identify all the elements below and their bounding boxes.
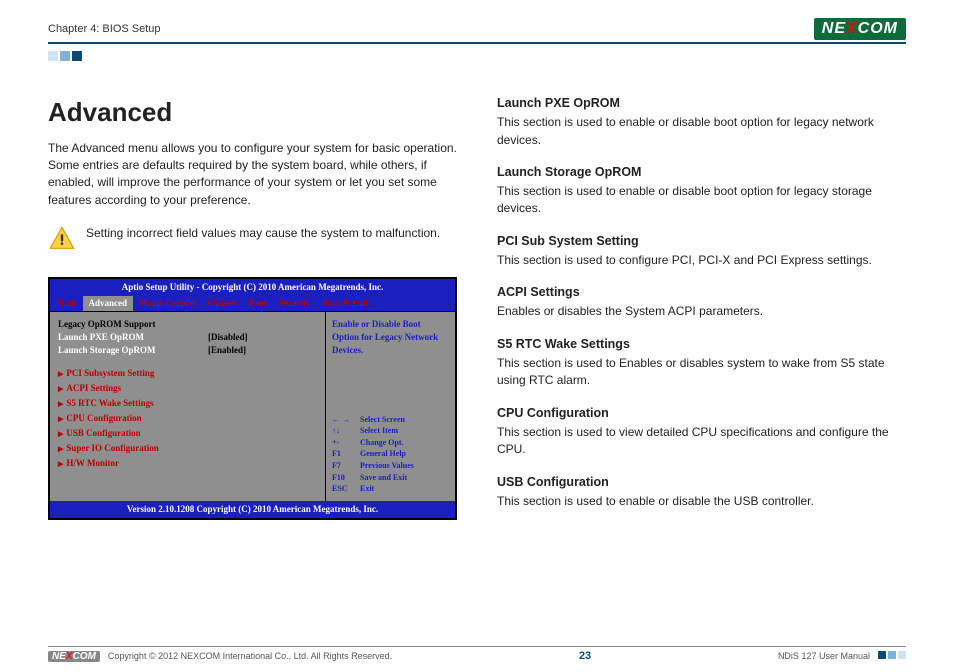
footer-blocks <box>876 651 906 661</box>
section-text: This section is used to enable or disabl… <box>497 114 906 149</box>
bios-help-desc: Enable or Disable Boot Option for Legacy… <box>332 318 449 357</box>
section-heading: S5 RTC Wake Settings <box>497 335 906 353</box>
warning-text: Setting incorrect field values may cause… <box>86 225 440 242</box>
nexcom-logo: NEXCOM <box>814 18 906 40</box>
bios-submenu: ACPI Settings <box>58 382 317 395</box>
chapter-label: Chapter 4: BIOS Setup <box>48 23 161 35</box>
intro-text: The Advanced menu allows you to configur… <box>48 140 457 210</box>
section-text: Enables or disables the System ACPI para… <box>497 303 906 320</box>
bios-help-row: F7Previous Values <box>332 460 449 472</box>
bios-help-row: F10Save and Exit <box>332 472 449 484</box>
copyright: Copyright © 2012 NEXCOM International Co… <box>108 651 392 661</box>
bios-tab: Magic Control <box>133 296 201 311</box>
decor-blocks <box>48 48 906 66</box>
bios-submenu: USB Configuration <box>58 427 317 440</box>
bios-submenu: H/W Monitor <box>58 457 317 470</box>
bios-submenu: CPU Configuration <box>58 412 317 425</box>
section-heading: CPU Configuration <box>497 404 906 422</box>
bios-tab: Security <box>273 296 317 311</box>
section-text: This section is used to enable or disabl… <box>497 183 906 218</box>
bios-tab: Save & Exit <box>317 296 375 311</box>
bios-help-row: F1General Help <box>332 448 449 460</box>
bios-help-row: ↑↓Select Item <box>332 425 449 437</box>
section-heading: USB Configuration <box>497 473 906 491</box>
section-text: This section is used to view detailed CP… <box>497 424 906 459</box>
section-text: This section is used to enable or disabl… <box>497 493 906 510</box>
page-number: 23 <box>579 650 591 662</box>
section-text: This section is used to Enables or disab… <box>497 355 906 390</box>
bios-help-row: +-Change Opt. <box>332 437 449 449</box>
footer-logo: NEXCOM <box>48 651 100 662</box>
warning-icon <box>48 225 76 258</box>
bios-submenu: PCI Subsystem Setting <box>58 367 317 380</box>
bios-tab: Chipset <box>201 296 243 311</box>
bios-screenshot: Aptio Setup Utility - Copyright (C) 2010… <box>48 277 457 520</box>
bios-option-row: Launch PXE OpROM[Disabled] <box>58 331 317 344</box>
manual-name: NDiS 127 User Manual <box>778 651 870 661</box>
page-title: Advanced <box>48 94 457 132</box>
bios-help-row: ESCExit <box>332 483 449 495</box>
bios-help-row: ← →Select Screen <box>332 414 449 426</box>
bios-title: Aptio Setup Utility - Copyright (C) 2010… <box>50 279 455 296</box>
section-heading: Launch Storage OpROM <box>497 163 906 181</box>
bios-tab: Boot <box>243 296 273 311</box>
bios-option-row: Launch Storage OpROM[Enabled] <box>58 344 317 357</box>
section-text: This section is used to configure PCI, P… <box>497 252 906 269</box>
bios-tab: Main <box>50 296 83 311</box>
bios-submenu: Super IO Configuration <box>58 442 317 455</box>
bios-legacy-header: Legacy OpROM Support <box>58 318 317 331</box>
section-heading: PCI Sub System Setting <box>497 232 906 250</box>
section-heading: ACPI Settings <box>497 283 906 301</box>
section-heading: Launch PXE OpROM <box>497 94 906 112</box>
bios-tab: Advanced <box>83 296 134 311</box>
bios-footer: Version 2.10.1208 Copyright (C) 2010 Ame… <box>127 504 378 514</box>
bios-submenu: S5 RTC Wake Settings <box>58 397 317 410</box>
